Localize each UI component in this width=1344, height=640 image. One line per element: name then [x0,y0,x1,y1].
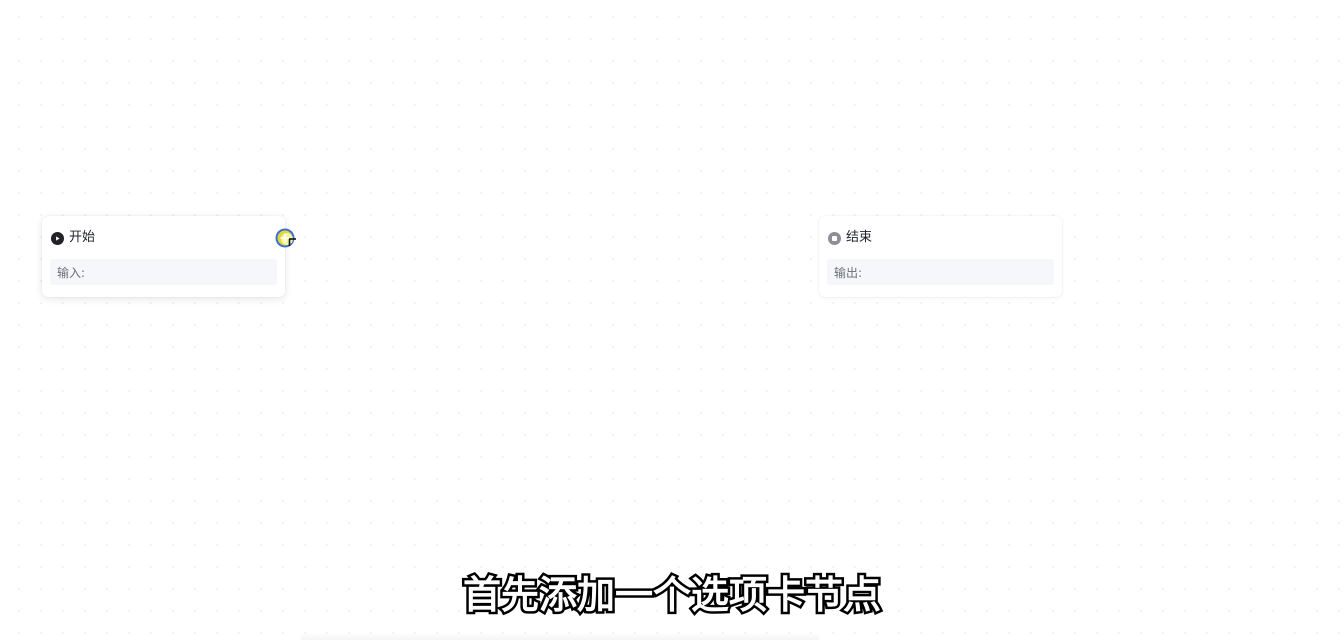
play-icon [51,231,64,245]
start-node-header: 开始 [51,229,95,247]
add-node-icon [275,228,296,248]
start-node[interactable]: 开始 输入: [42,216,285,297]
workflow-canvas[interactable]: 开始 输入: 结束 输出: 首先添加一个选项卡节点 [0,0,1344,640]
end-node-header: 结束 [828,229,872,247]
start-node-title: 开始 [69,230,96,245]
video-subtitle: 首先添加一个选项卡节点 [460,571,883,620]
end-node-output-field[interactable]: 输出: [827,259,1054,285]
end-node-title: 结束 [846,230,873,245]
end-node[interactable]: 结束 输出: [819,216,1062,297]
start-node-input-label: 输入: [57,265,86,280]
stop-icon [828,231,841,245]
bottom-shadow [300,633,820,640]
add-node-button[interactable] [275,228,296,248]
end-node-output-label: 输出: [834,265,863,280]
start-node-input-field[interactable]: 输入: [50,259,277,285]
